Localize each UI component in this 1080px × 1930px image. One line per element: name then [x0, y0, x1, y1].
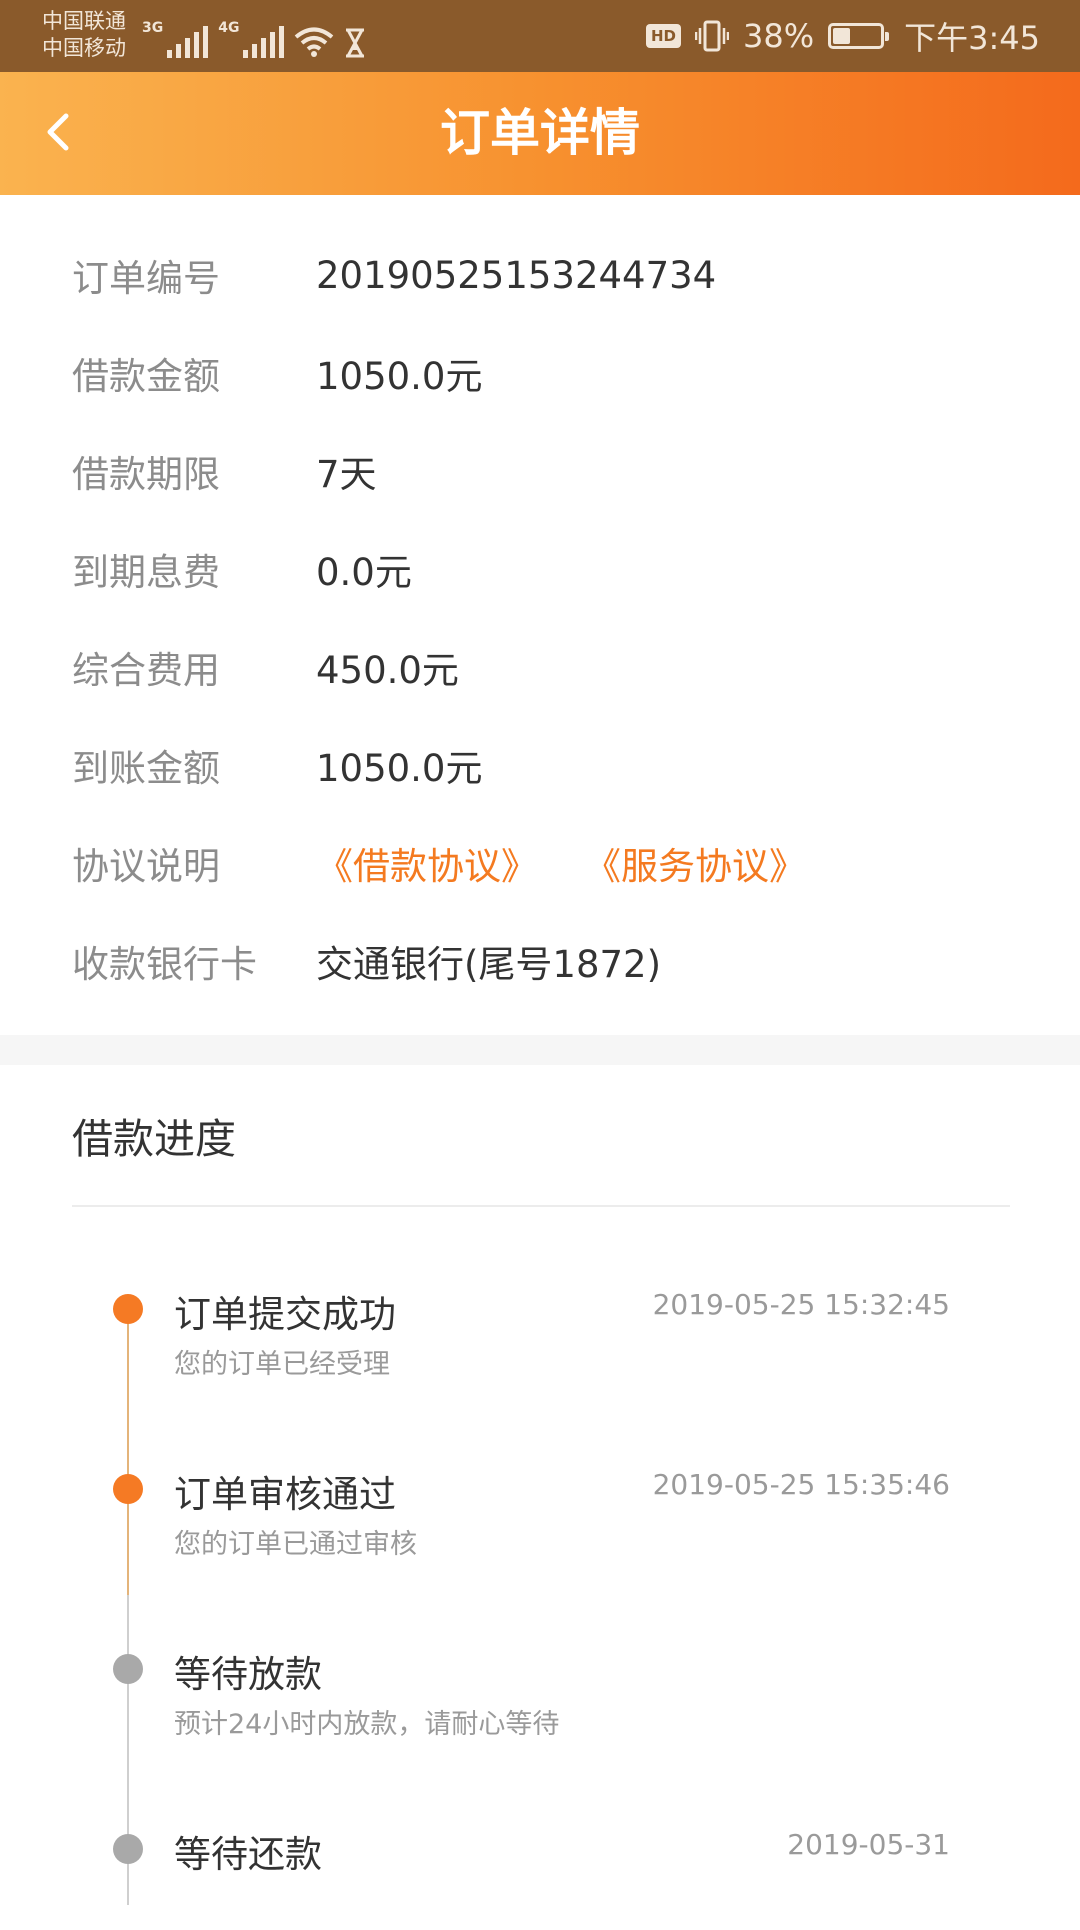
detail-row-interest: 到期息费 0.0元 — [72, 539, 412, 599]
detail-value: 7天 — [316, 453, 377, 496]
step-desc: 您的订单已通过审核 — [174, 1529, 417, 1560]
step-time: 2019-05-25 15:32:45 — [652, 1288, 950, 1321]
detail-row-order-number: 订单编号 20190525153244734 — [72, 245, 716, 305]
progress-step-submitted: 订单提交成功 您的订单已经受理 2019-05-25 15:32:45 — [0, 1280, 1080, 1390]
step-title: 订单审核通过 — [174, 1473, 396, 1516]
progress-step-awaiting-disbursement: 等待放款 预计24小时内放款，请耐心等待 — [0, 1640, 1080, 1750]
step-dot-done — [113, 1474, 143, 1504]
network-icons: 3G 4G — [142, 14, 366, 58]
signal-icon — [167, 24, 209, 58]
status-bar: 中国联通 中国移动 3G 4G HD 38% 下午3:45 — [0, 0, 1080, 72]
step-title: 等待放款 — [174, 1653, 322, 1696]
detail-row-agreements: 协议说明 《借款协议》 《服务协议》 — [72, 833, 806, 893]
detail-label: 综合费用 — [72, 649, 220, 692]
network-type-1: 3G — [142, 20, 164, 36]
detail-row-bank-card: 收款银行卡 交通银行(尾号1872) — [72, 931, 661, 991]
step-time: 2019-05-31 — [787, 1828, 950, 1861]
step-title: 等待还款 — [174, 1833, 322, 1876]
status-time: 下午3:45 — [904, 19, 1040, 57]
step-time: 2019-05-25 15:35:46 — [652, 1468, 950, 1501]
status-right: HD 38% 下午3:45 — [645, 0, 1040, 72]
progress-title: 借款进度 — [72, 1115, 236, 1163]
detail-label: 借款金额 — [72, 355, 220, 398]
step-dot-pending — [113, 1654, 143, 1684]
carrier-2: 中国移动 — [42, 36, 126, 60]
wifi-icon — [295, 27, 334, 57]
detail-label: 到期息费 — [72, 551, 220, 594]
section-divider — [0, 1035, 1080, 1065]
detail-label: 借款期限 — [72, 453, 220, 496]
detail-label: 收款银行卡 — [72, 943, 257, 986]
vibrate-icon — [695, 20, 729, 52]
detail-value: 20190525153244734 — [316, 253, 717, 297]
progress-step-approved: 订单审核通过 您的订单已通过审核 2019-05-25 15:35:46 — [0, 1460, 1080, 1570]
header-bar: 订单详情 — [0, 72, 1080, 195]
network-type-2: 4G — [218, 20, 240, 36]
detail-value: 1050.0元 — [316, 355, 483, 398]
hd-badge: HD — [645, 24, 681, 48]
step-dot-pending — [113, 1834, 143, 1864]
battery-level — [833, 28, 851, 44]
step-desc: 您的订单已经受理 — [174, 1349, 390, 1380]
detail-row-loan-term: 借款期限 7天 — [72, 441, 377, 501]
detail-label: 协议说明 — [72, 845, 220, 888]
detail-row-loan-amount: 借款金额 1050.0元 — [72, 343, 482, 403]
progress-step-awaiting-repayment: 等待还款 2019-05-31 — [0, 1820, 1080, 1930]
order-detail-section: 订单编号 20190525153244734 借款金额 1050.0元 借款期限… — [0, 195, 1080, 1035]
loan-progress-section: 借款进度 订单提交成功 您的订单已经受理 2019-05-25 15:32:45… — [0, 1065, 1080, 1920]
detail-value: 交通银行(尾号1872) — [316, 943, 662, 986]
detail-label: 订单编号 — [72, 257, 220, 300]
carrier-info: 中国联通 中国移动 — [42, 8, 126, 62]
battery-icon — [828, 23, 890, 49]
signal-icon — [243, 24, 285, 58]
loan-agreement-link[interactable]: 《借款协议》 — [316, 836, 538, 890]
service-agreement-link[interactable]: 《服务协议》 — [584, 836, 806, 890]
detail-row-received-amount: 到账金额 1050.0元 — [72, 735, 482, 795]
step-desc: 预计24小时内放款，请耐心等待 — [174, 1709, 560, 1740]
detail-value: 1050.0元 — [316, 747, 483, 790]
page-title: 订单详情 — [440, 104, 640, 162]
battery-percent: 38% — [743, 17, 815, 55]
detail-value: 0.0元 — [316, 551, 412, 594]
step-dot-done — [113, 1294, 143, 1324]
hourglass-icon — [346, 28, 365, 58]
detail-value: 450.0元 — [316, 649, 459, 692]
step-title: 订单提交成功 — [174, 1293, 396, 1336]
carrier-1: 中国联通 — [42, 9, 126, 33]
progress-divider — [72, 1205, 1010, 1207]
detail-label: 到账金额 — [72, 747, 220, 790]
detail-row-service-fee: 综合费用 450.0元 — [72, 637, 459, 697]
